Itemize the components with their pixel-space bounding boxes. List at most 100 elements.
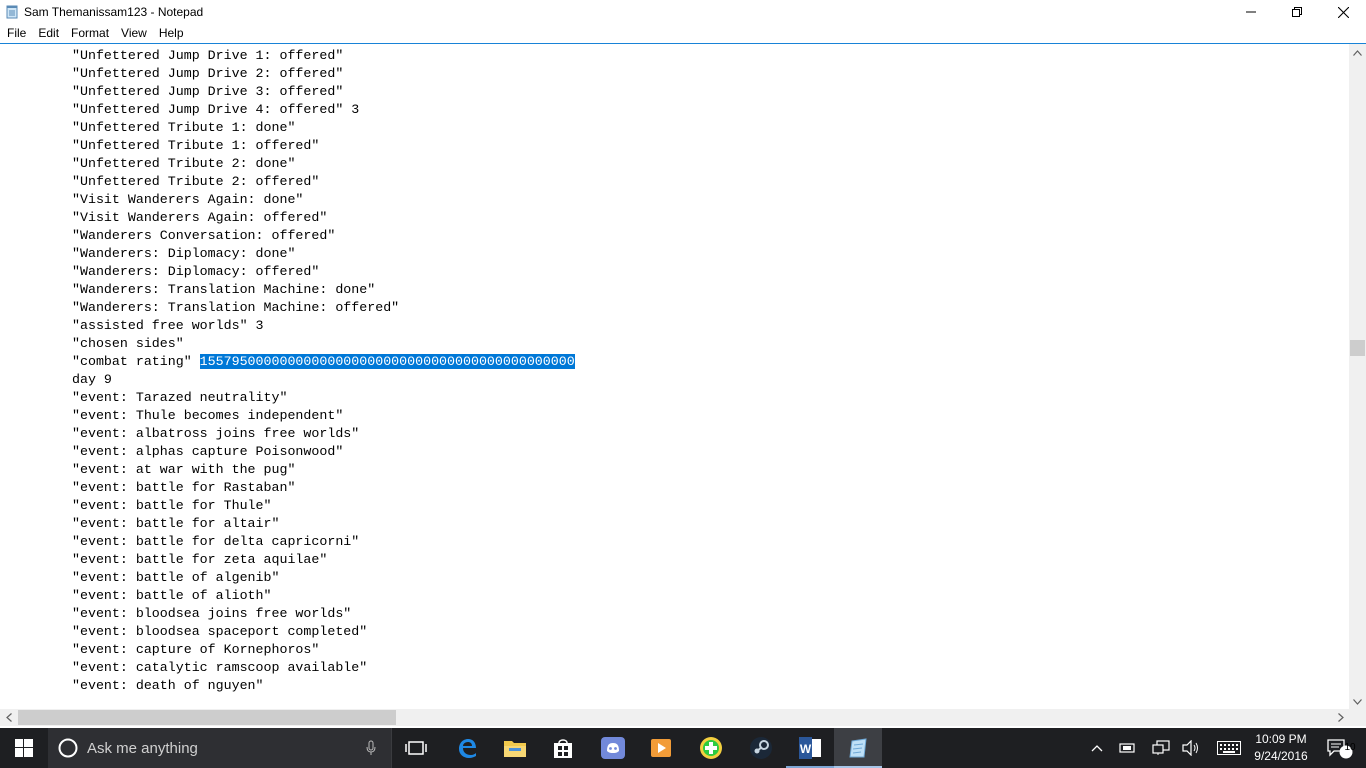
selected-text[interactable]: 1557950000000000000000000000000000000000…: [199, 354, 575, 369]
text-line[interactable]: "event: battle for altair": [72, 515, 1349, 533]
keyboard-button[interactable]: [1213, 728, 1245, 768]
menu-edit[interactable]: Edit: [31, 24, 64, 43]
taskbar-app-plus[interactable]: [687, 728, 735, 768]
text-line[interactable]: "event: battle of alioth": [72, 587, 1349, 605]
close-button[interactable]: [1320, 0, 1366, 24]
taskbar-app-word[interactable]: W: [786, 728, 834, 768]
text-line[interactable]: "event: bloodsea joins free worlds": [72, 605, 1349, 623]
text-line[interactable]: "event: battle for delta capricorni": [72, 533, 1349, 551]
text-line[interactable]: "Wanderers: Diplomacy: offered": [72, 263, 1349, 281]
text-line[interactable]: day 9: [72, 371, 1349, 389]
text-line[interactable]: "Unfettered Jump Drive 1: offered": [72, 47, 1349, 65]
text-line[interactable]: "event: battle for Thule": [72, 497, 1349, 515]
horizontal-scrollbar[interactable]: [0, 709, 1349, 726]
text-line[interactable]: "Wanderers: Diplomacy: done": [72, 245, 1349, 263]
text-line[interactable]: "event: bloodsea spaceport completed": [72, 623, 1349, 641]
chevron-up-icon: [1091, 745, 1103, 752]
text-line[interactable]: "event: battle of algenib": [72, 569, 1349, 587]
keyboard-icon: [1217, 741, 1241, 755]
word-icon: W: [799, 737, 821, 759]
minimize-icon: [1246, 11, 1256, 13]
editor-text[interactable]: "Unfettered Jump Drive 1: offered" "Unfet…: [72, 47, 1349, 710]
text-line-content: "event: at war with the pug": [72, 462, 296, 477]
text-line-content: "Unfettered Jump Drive 2: offered": [72, 66, 344, 81]
text-line[interactable]: "event: Tarazed neutrality": [72, 389, 1349, 407]
steam-icon: [750, 737, 772, 759]
volume-button[interactable]: [1176, 728, 1206, 768]
text-line-content: "event: battle for Thule": [72, 498, 272, 513]
text-line[interactable]: "chosen sides": [72, 335, 1349, 353]
edge-icon: [459, 739, 476, 758]
text-line-content: "assisted free worlds" 3: [72, 318, 264, 333]
taskbar-app-store[interactable]: [539, 728, 587, 768]
text-line[interactable]: "event: alphas capture Poisonwood": [72, 443, 1349, 461]
svg-text:W: W: [800, 742, 812, 756]
tray-device-icon[interactable]: [1112, 728, 1142, 768]
text-line[interactable]: "Unfettered Tribute 2: offered": [72, 173, 1349, 191]
text-line-content: "event: Thule becomes independent": [72, 408, 344, 423]
minimize-button[interactable]: [1228, 0, 1274, 24]
action-center-button[interactable]: 10: [1320, 728, 1360, 768]
taskbar-app-media-player[interactable]: [637, 728, 685, 768]
taskbar-clock[interactable]: 10:09 PM 9/24/2016: [1248, 728, 1314, 768]
text-line[interactable]: "combat rating" 155795000000000000000000…: [72, 353, 1349, 371]
vertical-scrollbar[interactable]: [1349, 44, 1366, 710]
text-line-content: "Unfettered Tribute 2: offered": [72, 174, 320, 189]
scroll-left-button[interactable]: [0, 709, 17, 726]
start-button[interactable]: [0, 728, 48, 768]
windows-logo-icon: [15, 739, 33, 757]
task-view-button[interactable]: [392, 728, 440, 768]
speaker-icon: [1182, 740, 1198, 756]
show-hidden-icons-button[interactable]: [1082, 728, 1112, 768]
text-line[interactable]: "event: albatross joins free worlds": [72, 425, 1349, 443]
text-line[interactable]: "event: Thule becomes independent": [72, 407, 1349, 425]
text-line[interactable]: "event: at war with the pug": [72, 461, 1349, 479]
title-bar[interactable]: Sam Themanissam123 - Notepad: [0, 0, 1366, 24]
text-line[interactable]: "Wanderers Conversation: offered": [72, 227, 1349, 245]
text-line[interactable]: "Wanderers: Translation Machine: offered…: [72, 299, 1349, 317]
text-editor[interactable]: "Unfettered Jump Drive 1: offered" "Unfet…: [0, 43, 1366, 710]
text-line[interactable]: "event: death of nguyen": [72, 677, 1349, 695]
menu-format[interactable]: Format: [64, 24, 114, 43]
scroll-down-button[interactable]: [1349, 693, 1366, 710]
microphone-icon[interactable]: [366, 740, 376, 756]
text-line[interactable]: "event: catalytic ramscoop available": [72, 659, 1349, 677]
taskbar-app-file-explorer[interactable]: [491, 728, 539, 768]
text-line[interactable]: "Unfettered Tribute 2: done": [72, 155, 1349, 173]
taskbar-app-discord[interactable]: [589, 728, 637, 768]
taskbar-app-edge[interactable]: [443, 728, 491, 768]
text-line[interactable]: "Unfettered Tribute 1: done": [72, 119, 1349, 137]
search-box[interactable]: Ask me anything: [48, 728, 392, 768]
text-line-content: "Unfettered Jump Drive 3: offered": [72, 84, 344, 99]
text-line[interactable]: "Unfettered Jump Drive 2: offered": [72, 65, 1349, 83]
text-line-content: "Unfettered Tribute 1: offered": [72, 138, 320, 153]
text-line[interactable]: "Visit Wanderers Again: offered": [72, 209, 1349, 227]
text-line[interactable]: "event: capture of Kornephoros": [72, 641, 1349, 659]
taskbar-app-notepad[interactable]: [834, 728, 882, 768]
text-line[interactable]: "Visit Wanderers Again: done": [72, 191, 1349, 209]
search-placeholder: Ask me anything: [87, 739, 198, 757]
text-line[interactable]: "Wanderers: Translation Machine: done": [72, 281, 1349, 299]
text-line-content: "event: battle for zeta aquilae": [72, 552, 328, 567]
text-line[interactable]: "Unfettered Jump Drive 4: offered" 3: [72, 101, 1349, 119]
text-line[interactable]: "Unfettered Jump Drive 3: offered": [72, 83, 1349, 101]
text-line[interactable]: "Unfettered Tribute 1: offered": [72, 137, 1349, 155]
text-line-content: "event: capture of Kornephoros": [72, 642, 320, 657]
menu-help[interactable]: Help: [152, 24, 189, 43]
usb-device-icon: [1119, 743, 1135, 753]
taskbar-app-steam[interactable]: [737, 728, 785, 768]
menu-view[interactable]: View: [114, 24, 152, 43]
menu-file[interactable]: File: [0, 24, 31, 43]
scroll-right-button[interactable]: [1332, 709, 1349, 726]
text-line[interactable]: "event: battle for zeta aquilae": [72, 551, 1349, 569]
horizontal-scroll-thumb[interactable]: [18, 710, 396, 725]
vertical-scroll-thumb[interactable]: [1350, 340, 1365, 356]
restore-button[interactable]: [1274, 0, 1320, 24]
text-line[interactable]: "event: battle for Rastaban": [72, 479, 1349, 497]
menu-bar: File Edit Format View Help: [0, 24, 1366, 43]
network-button[interactable]: [1146, 728, 1176, 768]
discord-icon: [601, 737, 625, 759]
text-line-content: "event: albatross joins free worlds": [72, 426, 360, 441]
scroll-up-button[interactable]: [1349, 44, 1366, 61]
text-line[interactable]: "assisted free worlds" 3: [72, 317, 1349, 335]
